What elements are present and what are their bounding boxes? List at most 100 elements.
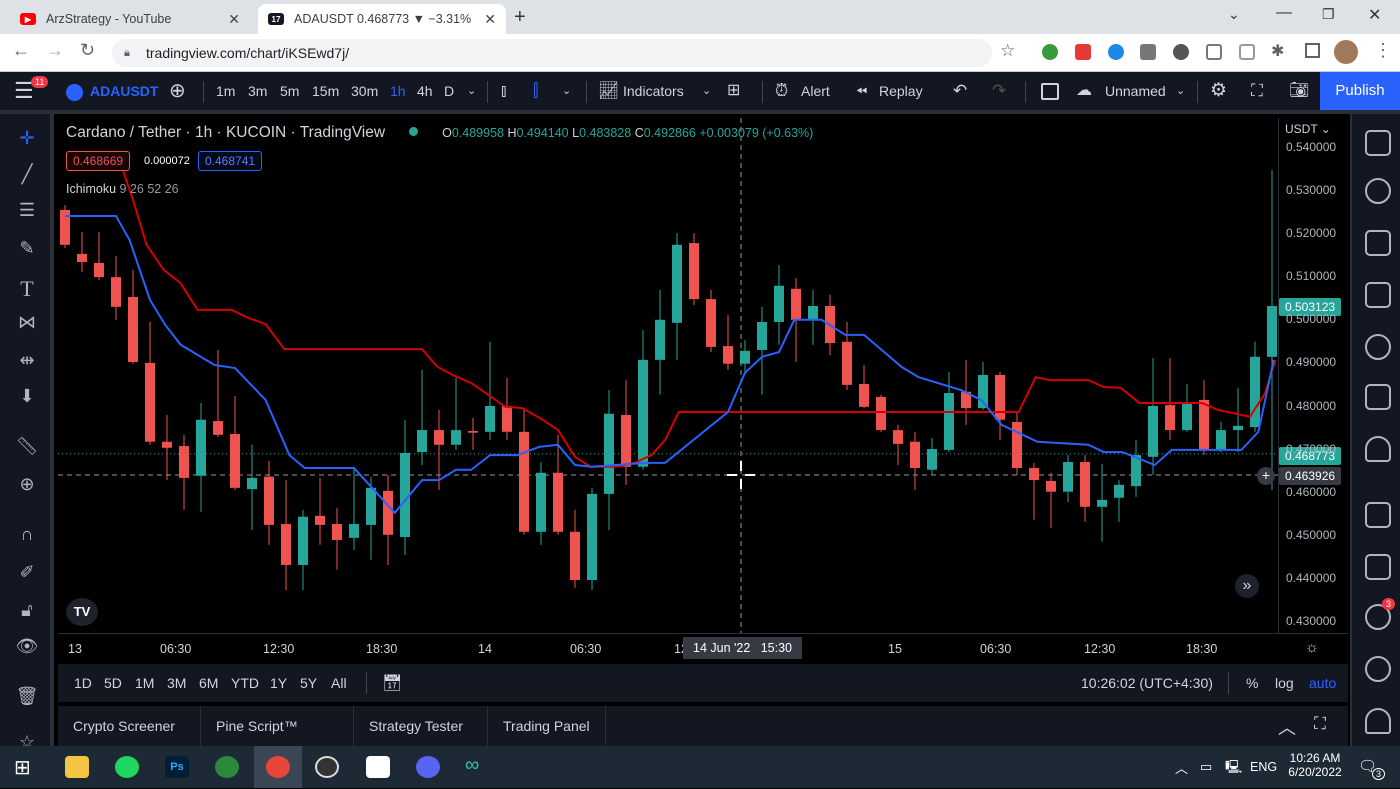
bookmark-star-icon[interactable]: ☆: [1000, 41, 1015, 61]
interval-1m[interactable]: 1m: [216, 72, 235, 110]
tab-pine-editor[interactable]: Pine Script™ Editor: [201, 706, 354, 774]
taskbar-clock[interactable]: 10:26 AM 6/20/2022: [1288, 751, 1342, 779]
hide-eye-icon[interactable]: 👁︎: [12, 636, 42, 662]
fullscreen-icon[interactable]: ⛶: [1251, 72, 1263, 110]
chats-icon[interactable]: [1365, 502, 1391, 528]
menu-kebab-icon[interactable]: ⋮: [1374, 40, 1392, 61]
chevron-down-icon[interactable]: ⌄: [702, 72, 711, 110]
layout-name-button[interactable]: Unnamed: [1105, 72, 1166, 110]
chevron-down-icon[interactable]: ⌄: [562, 72, 571, 110]
bar-style-icon[interactable]: ⫾: [501, 72, 506, 110]
discord-icon[interactable]: [416, 756, 440, 778]
arrow-down-icon[interactable]: ⬇︎: [12, 386, 42, 412]
fib-tool-icon[interactable]: ☰: [12, 200, 42, 226]
layout-grid-icon[interactable]: ⊞: [727, 72, 740, 110]
interval-15m[interactable]: 15m: [312, 72, 339, 110]
broadcast-icon[interactable]: [1365, 656, 1391, 682]
currency-selector[interactable]: USDT ⌄: [1285, 122, 1331, 136]
compare-symbol-icon[interactable]: ⊕: [169, 72, 186, 110]
undo-icon[interactable]: ↶: [953, 72, 967, 110]
interval-3m[interactable]: 3m: [248, 72, 267, 110]
extensions-puzzle-icon[interactable]: ✱: [1271, 41, 1284, 61]
go-to-date-icon[interactable]: 📅︎: [382, 673, 402, 693]
ideas-bulb-icon[interactable]: [1365, 436, 1391, 462]
chevron-down-icon[interactable]: ⌄: [1176, 72, 1185, 110]
gear-icon[interactable]: ⚙︎: [1210, 72, 1227, 110]
battery-icon[interactable]: ▭: [1200, 759, 1212, 775]
watchlist-icon[interactable]: [1365, 130, 1391, 156]
indicators-button[interactable]: Indicators: [623, 72, 684, 110]
trash-icon[interactable]: 🗑︎: [12, 686, 42, 712]
range-1y[interactable]: 1Y: [270, 675, 287, 691]
range-1d[interactable]: 1D: [74, 675, 92, 691]
extension-icon[interactable]: [1075, 44, 1091, 60]
auto-scale-toggle[interactable]: auto: [1309, 675, 1336, 691]
obs-icon[interactable]: [315, 756, 339, 778]
interval-4h[interactable]: 4h: [417, 72, 433, 110]
tab-trading-panel[interactable]: Trading Panel: [488, 706, 606, 746]
indicator-legend[interactable]: Ichimoku 9 26 52 26: [66, 182, 179, 196]
keep-drawing-icon[interactable]: ✐: [12, 562, 42, 588]
windows-start-icon[interactable]: ⊞: [14, 755, 31, 780]
camera-icon[interactable]: 📷︎: [1289, 72, 1309, 110]
maximize-button[interactable]: ❐: [1322, 6, 1335, 23]
extension-icon[interactable]: [1173, 44, 1189, 60]
range-6m[interactable]: 6M: [199, 675, 218, 691]
extension-icon[interactable]: [1206, 44, 1222, 60]
scroll-to-realtime-icon[interactable]: »: [1235, 574, 1259, 598]
maximize-panel-icon[interactable]: ⛶: [1314, 714, 1326, 734]
forward-button[interactable]: →: [46, 40, 64, 61]
add-list-icon[interactable]: [1365, 282, 1391, 308]
interval-30m[interactable]: 30m: [351, 72, 378, 110]
close-tab-icon[interactable]: ✕: [484, 11, 496, 28]
chevron-up-icon[interactable]: ︿: [1278, 714, 1296, 740]
url-field[interactable]: 🔒︎ tradingview.com/chart/iKSEwd7j/: [112, 39, 992, 67]
buy-price-button[interactable]: 0.468741: [198, 151, 263, 171]
text-tool-icon[interactable]: T: [12, 276, 42, 302]
chat-icon[interactable]: [1365, 554, 1391, 580]
range-3m[interactable]: 3M: [167, 675, 186, 691]
range-all[interactable]: All: [331, 675, 347, 691]
news-icon[interactable]: [1365, 230, 1391, 256]
network-icon[interactable]: 🖳︎: [1225, 758, 1242, 780]
spotify-icon[interactable]: [115, 756, 139, 778]
publish-button[interactable]: Publish: [1320, 72, 1400, 110]
file-explorer-icon[interactable]: [65, 756, 89, 778]
profile-avatar[interactable]: [1334, 40, 1358, 64]
extension-icon[interactable]: [1108, 44, 1124, 60]
tab-crypto-screener[interactable]: Crypto Screener ⌄: [58, 706, 201, 774]
language-indicator[interactable]: ENG: [1250, 760, 1277, 774]
interval-D[interactable]: D: [444, 72, 454, 110]
interval-5m[interactable]: 5m: [280, 72, 299, 110]
tab-tradingview[interactable]: 17 ADAUSDT 0.468773 ▼ −3.31% U ✕: [258, 4, 506, 34]
close-window-button[interactable]: ✕: [1368, 5, 1381, 25]
chart-settings-sun-icon[interactable]: ☼: [1305, 639, 1319, 656]
bell-icon[interactable]: [1365, 708, 1391, 734]
replay-button[interactable]: Replay: [879, 72, 923, 110]
percent-scale-toggle[interactable]: %: [1246, 675, 1258, 691]
candlestick-chart[interactable]: [58, 118, 1348, 662]
range-1m[interactable]: 1M: [135, 675, 154, 691]
tray-chevron-up-icon[interactable]: ︿: [1175, 758, 1188, 777]
extension-icon[interactable]: [1042, 44, 1058, 60]
side-panel-icon[interactable]: [1305, 43, 1320, 58]
prediction-tool-icon[interactable]: ⇹: [12, 350, 42, 376]
redo-icon[interactable]: ↷: [992, 72, 1006, 110]
chart-pane[interactable]: Cardano / Tether · 1h · KUCOIN · Trading…: [58, 118, 1348, 662]
tab-youtube[interactable]: ▶ ArzStrategy - YouTube ✕: [10, 4, 250, 34]
download-manager-icon[interactable]: [215, 756, 239, 778]
close-tab-icon[interactable]: ✕: [228, 11, 240, 28]
clock-timezone[interactable]: 10:26:02 (UTC+4:30): [1081, 675, 1213, 691]
range-ytd[interactable]: YTD: [231, 675, 259, 691]
photoshop-icon[interactable]: Ps: [165, 756, 189, 778]
symbol-search-button[interactable]: ADAUSDT: [90, 72, 158, 110]
tab-strategy-tester[interactable]: Strategy Tester: [354, 706, 488, 746]
alarm-clock-icon[interactable]: [1365, 178, 1391, 204]
ruler-icon[interactable]: 📏︎: [12, 436, 42, 462]
candles-icon[interactable]: ⫿: [533, 72, 538, 110]
infinity-app-icon[interactable]: ∞: [465, 754, 479, 777]
add-alert-plus-icon[interactable]: +: [1257, 467, 1275, 485]
log-scale-toggle[interactable]: log: [1275, 675, 1294, 691]
calendar-icon[interactable]: [1365, 384, 1391, 410]
range-5y[interactable]: 5Y: [300, 675, 317, 691]
